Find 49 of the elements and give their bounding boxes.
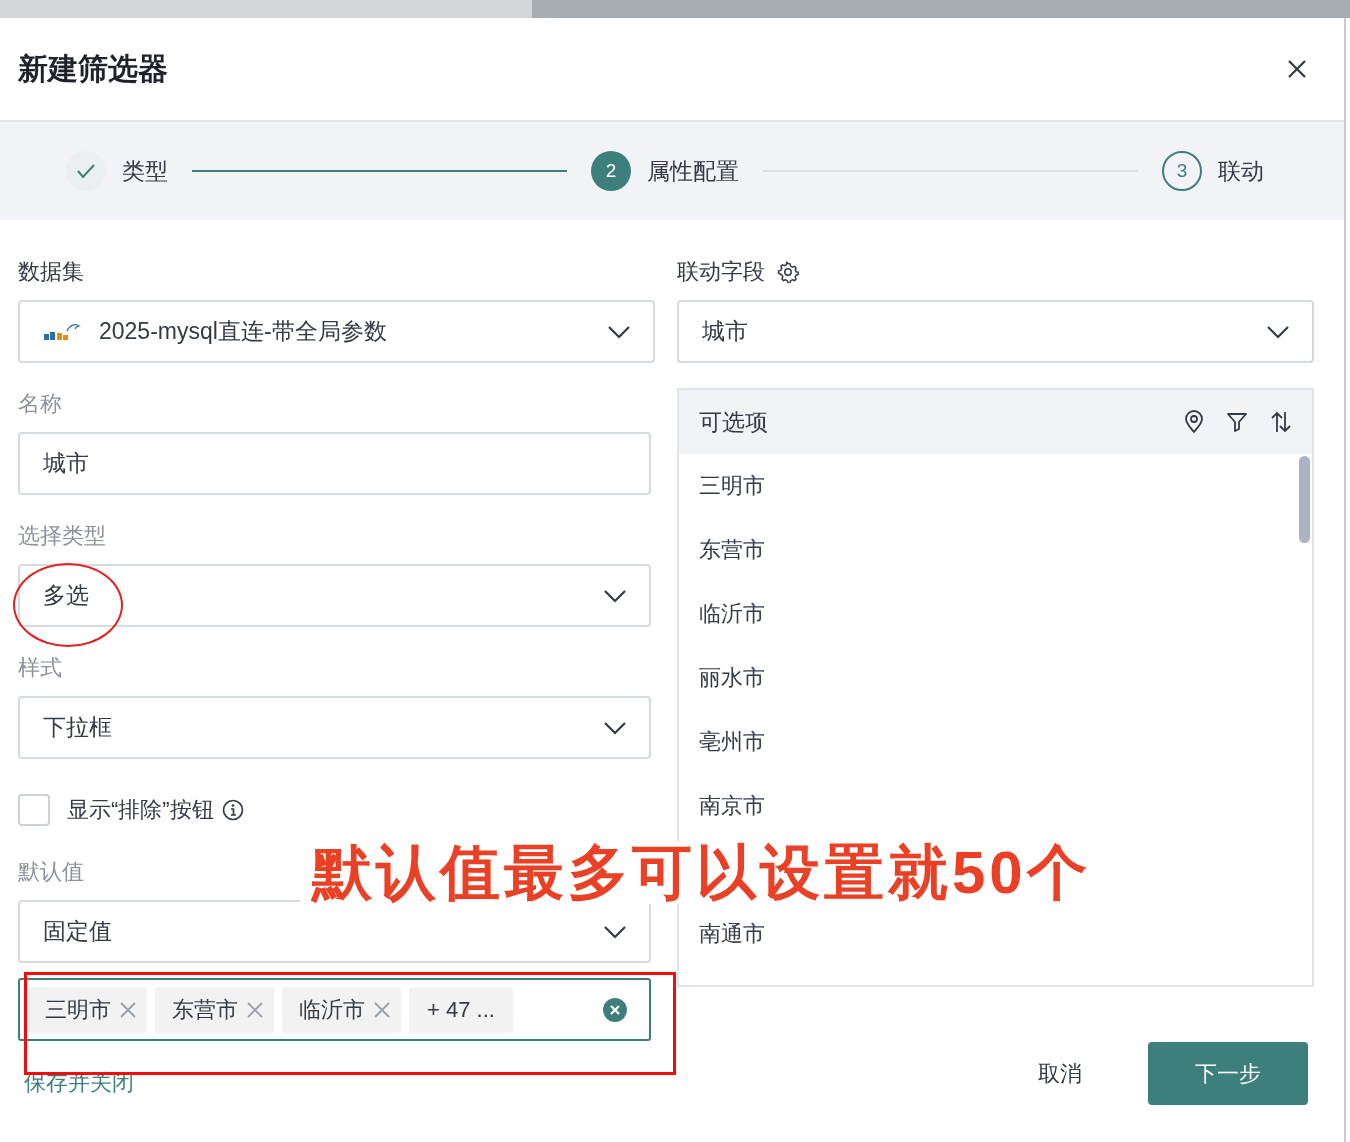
option-item[interactable]: 亳州市: [679, 710, 1312, 774]
tag-input-field[interactable]: 三明市 东营市 临沂市 + 47 ...: [18, 978, 651, 1041]
field-label: 样式: [18, 654, 62, 682]
step-label: 类型: [122, 156, 168, 186]
option-item[interactable]: 南通市: [679, 902, 1312, 966]
close-icon: [1286, 58, 1308, 80]
tag-chip[interactable]: 东营市: [155, 986, 274, 1033]
field-label: 选择类型: [18, 522, 106, 550]
dropdown-select[interactable]: 城市: [677, 300, 1314, 363]
field-label: 数据集: [18, 258, 84, 286]
checkbox-label: 显示“排除”按钮: [67, 796, 214, 824]
next-button[interactable]: 下一步: [1148, 1042, 1308, 1105]
dropdown-select[interactable]: 多选: [18, 564, 651, 627]
step-indicator: 3: [1162, 151, 1202, 191]
option-item[interactable]: 南京市: [679, 774, 1312, 838]
chevron-down-icon: [603, 924, 627, 939]
field-label: 默认值: [18, 858, 84, 886]
chevron-down-icon: [607, 324, 631, 339]
field-label: 名称: [18, 390, 62, 418]
tag-chip[interactable]: 临沂市: [282, 986, 401, 1033]
check-icon: [76, 163, 96, 179]
scrollbar-thumb[interactable]: [1299, 456, 1310, 543]
step-indicator: 2: [591, 151, 631, 191]
checkbox[interactable]: [18, 794, 50, 826]
text-input-field[interactable]: 城市: [18, 432, 651, 495]
option-item[interactable]: 东营市: [679, 518, 1312, 582]
location-pin-icon[interactable]: [1184, 410, 1204, 434]
close-button[interactable]: [1286, 58, 1308, 80]
dialog-title: 新建筛选器: [18, 50, 168, 87]
step-label: 联动: [1218, 156, 1264, 186]
sort-icon[interactable]: [1270, 410, 1292, 434]
info-icon[interactable]: [221, 799, 244, 821]
dropdown-select[interactable]: 2025-mysql直连-带全局参数: [18, 300, 655, 363]
option-item[interactable]: 丽水市: [679, 646, 1312, 710]
chevron-down-icon: [603, 720, 627, 735]
chevron-down-icon: [1266, 324, 1290, 339]
tag-chip[interactable]: 三明市: [28, 986, 147, 1033]
filter-icon[interactable]: [1226, 411, 1248, 433]
more-count-chip[interactable]: + 47 ...: [409, 986, 513, 1033]
dropdown-select[interactable]: 下拉框: [18, 696, 651, 759]
option-item[interactable]: 临沂市: [679, 582, 1312, 646]
field-label: 联动字段: [677, 258, 765, 286]
step-label: 属性配置: [647, 156, 739, 186]
option-item[interactable]: 三明市: [679, 454, 1312, 518]
options-title: 可选项: [699, 407, 769, 437]
cancel-button[interactable]: 取消: [1038, 1058, 1082, 1089]
chevron-down-icon: [603, 588, 627, 603]
settings-icon[interactable]: [777, 261, 799, 283]
clear-icon[interactable]: [603, 997, 627, 1022]
